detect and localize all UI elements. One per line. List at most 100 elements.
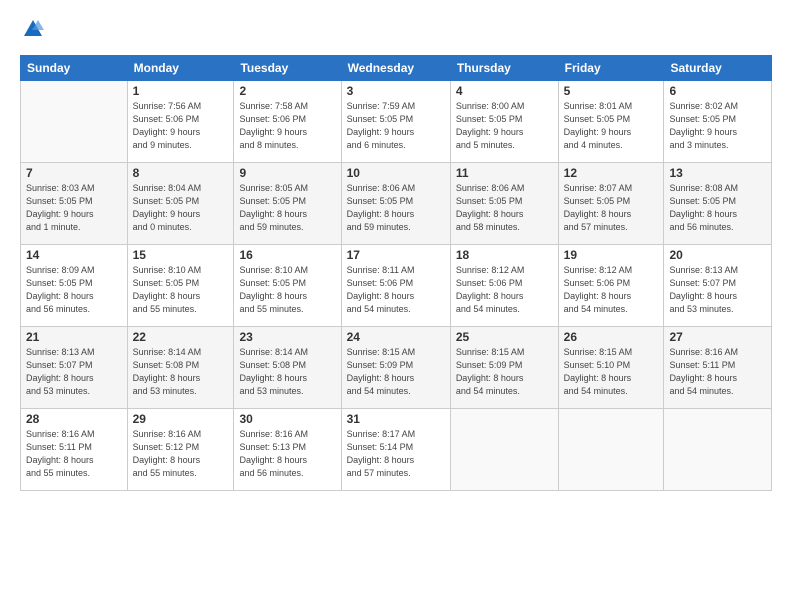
- calendar-week-row: 28 Sunrise: 8:16 AMSunset: 5:11 PMDayligh…: [21, 408, 772, 490]
- calendar-day-cell: 22 Sunrise: 8:14 AMSunset: 5:08 PMDayligh…: [127, 326, 234, 408]
- day-info: Sunrise: 8:16 AMSunset: 5:12 PMDaylight:…: [133, 428, 229, 480]
- day-number: 17: [347, 248, 445, 262]
- day-info: Sunrise: 8:01 AMSunset: 5:05 PMDaylight:…: [564, 100, 659, 152]
- day-number: 25: [456, 330, 553, 344]
- calendar-day-cell: 2 Sunrise: 7:58 AMSunset: 5:06 PMDaylight…: [234, 80, 341, 162]
- day-number: 7: [26, 166, 122, 180]
- day-number: 11: [456, 166, 553, 180]
- day-info: Sunrise: 8:16 AMSunset: 5:13 PMDaylight:…: [239, 428, 335, 480]
- day-info: Sunrise: 8:13 AMSunset: 5:07 PMDaylight:…: [669, 264, 766, 316]
- day-number: 27: [669, 330, 766, 344]
- day-number: 10: [347, 166, 445, 180]
- day-info: Sunrise: 8:15 AMSunset: 5:10 PMDaylight:…: [564, 346, 659, 398]
- calendar-day-cell: 3 Sunrise: 7:59 AMSunset: 5:05 PMDaylight…: [341, 80, 450, 162]
- calendar-day-cell: 30 Sunrise: 8:16 AMSunset: 5:13 PMDayligh…: [234, 408, 341, 490]
- calendar-header-row: SundayMondayTuesdayWednesdayThursdayFrid…: [21, 55, 772, 80]
- calendar-week-row: 21 Sunrise: 8:13 AMSunset: 5:07 PMDayligh…: [21, 326, 772, 408]
- day-info: Sunrise: 8:06 AMSunset: 5:05 PMDaylight:…: [456, 182, 553, 234]
- day-number: 4: [456, 84, 553, 98]
- day-number: 12: [564, 166, 659, 180]
- calendar-day-cell: 26Sunrise: 8:15 AMSunset: 5:10 PMDayligh…: [558, 326, 664, 408]
- day-number: 28: [26, 412, 122, 426]
- calendar-day-cell: 25Sunrise: 8:15 AMSunset: 5:09 PMDayligh…: [450, 326, 558, 408]
- day-info: Sunrise: 7:59 AMSunset: 5:05 PMDaylight:…: [347, 100, 445, 152]
- day-info: Sunrise: 8:14 AMSunset: 5:08 PMDaylight:…: [133, 346, 229, 398]
- calendar-day-cell: 31 Sunrise: 8:17 AMSunset: 5:14 PMDayligh…: [341, 408, 450, 490]
- day-info: Sunrise: 8:02 AMSunset: 5:05 PMDaylight:…: [669, 100, 766, 152]
- day-number: 24: [347, 330, 445, 344]
- header: [20, 18, 772, 45]
- day-number: 18: [456, 248, 553, 262]
- page: SundayMondayTuesdayWednesdayThursdayFrid…: [0, 0, 792, 612]
- calendar-day-cell: 15Sunrise: 8:10 AMSunset: 5:05 PMDayligh…: [127, 244, 234, 326]
- day-info: Sunrise: 8:14 AMSunset: 5:08 PMDaylight:…: [239, 346, 335, 398]
- day-number: 21: [26, 330, 122, 344]
- logo: [20, 18, 44, 45]
- calendar-day-cell: [450, 408, 558, 490]
- calendar-day-cell: 11 Sunrise: 8:06 AMSunset: 5:05 PMDayligh…: [450, 162, 558, 244]
- day-info: Sunrise: 8:07 AMSunset: 5:05 PMDaylight:…: [564, 182, 659, 234]
- calendar-day-cell: [558, 408, 664, 490]
- day-info: Sunrise: 8:16 AMSunset: 5:11 PMDaylight:…: [26, 428, 122, 480]
- day-number: 1: [133, 84, 229, 98]
- calendar-day-cell: 23 Sunrise: 8:14 AMSunset: 5:08 PMDayligh…: [234, 326, 341, 408]
- calendar-day-cell: 13 Sunrise: 8:08 AMSunset: 5:05 PMDayligh…: [664, 162, 772, 244]
- day-info: Sunrise: 8:04 AMSunset: 5:05 PMDaylight:…: [133, 182, 229, 234]
- calendar-day-cell: 27 Sunrise: 8:16 AMSunset: 5:11 PMDayligh…: [664, 326, 772, 408]
- day-number: 14: [26, 248, 122, 262]
- day-info: Sunrise: 8:06 AMSunset: 5:05 PMDaylight:…: [347, 182, 445, 234]
- calendar-day-cell: 17Sunrise: 8:11 AMSunset: 5:06 PMDayligh…: [341, 244, 450, 326]
- day-number: 16: [239, 248, 335, 262]
- day-info: Sunrise: 8:03 AMSunset: 5:05 PMDaylight:…: [26, 182, 122, 234]
- day-number: 9: [239, 166, 335, 180]
- calendar-day-cell: [664, 408, 772, 490]
- calendar-day-cell: 6 Sunrise: 8:02 AMSunset: 5:05 PMDaylight…: [664, 80, 772, 162]
- calendar-week-row: 1 Sunrise: 7:56 AMSunset: 5:06 PMDaylight…: [21, 80, 772, 162]
- calendar-day-cell: 20 Sunrise: 8:13 AMSunset: 5:07 PMDayligh…: [664, 244, 772, 326]
- day-header: Monday: [127, 55, 234, 80]
- day-number: 3: [347, 84, 445, 98]
- day-number: 29: [133, 412, 229, 426]
- calendar-day-cell: 19Sunrise: 8:12 AMSunset: 5:06 PMDayligh…: [558, 244, 664, 326]
- day-info: Sunrise: 8:00 AMSunset: 5:05 PMDaylight:…: [456, 100, 553, 152]
- day-info: Sunrise: 7:58 AMSunset: 5:06 PMDaylight:…: [239, 100, 335, 152]
- calendar-day-cell: 16Sunrise: 8:10 AMSunset: 5:05 PMDayligh…: [234, 244, 341, 326]
- calendar-day-cell: 7 Sunrise: 8:03 AMSunset: 5:05 PMDaylight…: [21, 162, 128, 244]
- day-number: 2: [239, 84, 335, 98]
- day-number: 23: [239, 330, 335, 344]
- calendar-table: SundayMondayTuesdayWednesdayThursdayFrid…: [20, 55, 772, 491]
- day-info: Sunrise: 8:05 AMSunset: 5:05 PMDaylight:…: [239, 182, 335, 234]
- day-info: Sunrise: 8:09 AMSunset: 5:05 PMDaylight:…: [26, 264, 122, 316]
- calendar-day-cell: 10 Sunrise: 8:06 AMSunset: 5:05 PMDayligh…: [341, 162, 450, 244]
- day-number: 13: [669, 166, 766, 180]
- day-info: Sunrise: 8:13 AMSunset: 5:07 PMDaylight:…: [26, 346, 122, 398]
- day-info: Sunrise: 8:17 AMSunset: 5:14 PMDaylight:…: [347, 428, 445, 480]
- day-info: Sunrise: 8:10 AMSunset: 5:05 PMDaylight:…: [133, 264, 229, 316]
- day-number: 6: [669, 84, 766, 98]
- day-number: 30: [239, 412, 335, 426]
- calendar-day-cell: 28 Sunrise: 8:16 AMSunset: 5:11 PMDayligh…: [21, 408, 128, 490]
- calendar-day-cell: 21 Sunrise: 8:13 AMSunset: 5:07 PMDayligh…: [21, 326, 128, 408]
- calendar-day-cell: 14 Sunrise: 8:09 AMSunset: 5:05 PMDayligh…: [21, 244, 128, 326]
- day-number: 19: [564, 248, 659, 262]
- day-info: Sunrise: 8:16 AMSunset: 5:11 PMDaylight:…: [669, 346, 766, 398]
- calendar-day-cell: 12 Sunrise: 8:07 AMSunset: 5:05 PMDayligh…: [558, 162, 664, 244]
- day-number: 20: [669, 248, 766, 262]
- day-header: Friday: [558, 55, 664, 80]
- day-header: Saturday: [664, 55, 772, 80]
- day-info: Sunrise: 8:15 AMSunset: 5:09 PMDaylight:…: [347, 346, 445, 398]
- day-number: 22: [133, 330, 229, 344]
- calendar-day-cell: 4 Sunrise: 8:00 AMSunset: 5:05 PMDaylight…: [450, 80, 558, 162]
- calendar-week-row: 14 Sunrise: 8:09 AMSunset: 5:05 PMDayligh…: [21, 244, 772, 326]
- day-number: 31: [347, 412, 445, 426]
- day-number: 5: [564, 84, 659, 98]
- day-info: Sunrise: 7:56 AMSunset: 5:06 PMDaylight:…: [133, 100, 229, 152]
- day-info: Sunrise: 8:08 AMSunset: 5:05 PMDaylight:…: [669, 182, 766, 234]
- calendar-day-cell: 29 Sunrise: 8:16 AMSunset: 5:12 PMDayligh…: [127, 408, 234, 490]
- day-header: Thursday: [450, 55, 558, 80]
- calendar-day-cell: 1 Sunrise: 7:56 AMSunset: 5:06 PMDaylight…: [127, 80, 234, 162]
- calendar-day-cell: [21, 80, 128, 162]
- calendar-week-row: 7 Sunrise: 8:03 AMSunset: 5:05 PMDaylight…: [21, 162, 772, 244]
- calendar-day-cell: 24 Sunrise: 8:15 AMSunset: 5:09 PMDayligh…: [341, 326, 450, 408]
- calendar-day-cell: 5 Sunrise: 8:01 AMSunset: 5:05 PMDaylight…: [558, 80, 664, 162]
